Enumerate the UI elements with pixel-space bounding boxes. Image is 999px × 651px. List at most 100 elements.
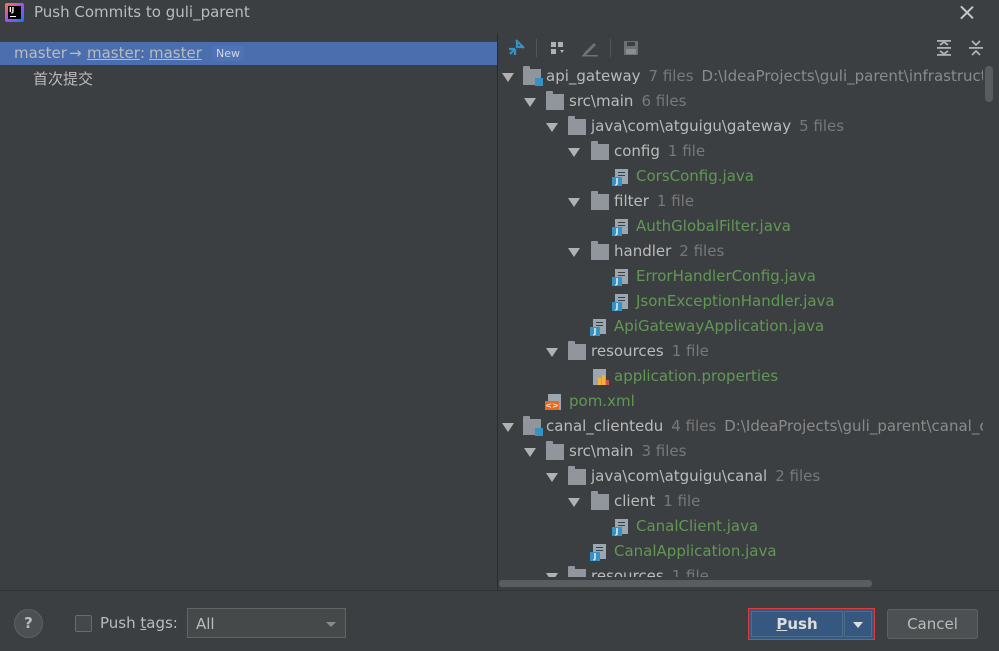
push-split-button[interactable]: Push <box>748 608 875 640</box>
resources-folder-icon <box>568 341 586 360</box>
folder-icon <box>546 441 564 460</box>
push-commits-dialog: IJ Push Commits to guli_parent master → … <box>0 0 999 651</box>
tree-node-name: filter <box>614 192 649 210</box>
commits-panel: master → master : master New 首次提交 <box>0 42 497 590</box>
tree-node-name: java\com\atguigu\gateway <box>591 117 792 135</box>
file-count: 5 files <box>799 117 845 135</box>
tree-node-name: handler <box>614 242 672 260</box>
footer-divider <box>0 590 999 591</box>
tree-node-name: java\com\atguigu\canal <box>591 467 768 485</box>
expand-arrow-icon[interactable] <box>568 248 580 257</box>
file-name: ErrorHandlerConfig.java <box>636 267 816 285</box>
chevron-down-icon <box>326 622 336 627</box>
expand-arrow-icon[interactable] <box>568 148 580 157</box>
file-count: 7 files <box>648 67 694 85</box>
push-button[interactable]: Push <box>751 611 843 637</box>
vertical-scrollbar[interactable] <box>985 66 993 102</box>
target-branch-link[interactable]: master <box>149 44 202 62</box>
title-bar: IJ Push Commits to guli_parent <box>0 0 999 26</box>
java-class-icon: J <box>612 294 630 311</box>
tree-node-name: config <box>614 142 660 160</box>
changes-toolbar <box>498 33 999 63</box>
java-class-icon: J <box>612 219 630 236</box>
pin-icon[interactable] <box>506 38 526 58</box>
module-folder-icon <box>523 66 543 86</box>
folder-icon <box>568 466 586 485</box>
expand-arrow-icon[interactable] <box>546 123 558 132</box>
java-class-icon: J <box>612 169 630 186</box>
collapse-all-icon[interactable] <box>966 38 986 58</box>
file-count: 4 files <box>671 417 717 435</box>
group-by-icon[interactable] <box>548 38 568 58</box>
expand-arrow-icon[interactable] <box>502 423 514 432</box>
tree-node-name: src\main <box>569 92 634 110</box>
push-tags-checkbox[interactable] <box>75 615 92 632</box>
new-badge: New <box>212 46 244 61</box>
intellij-logo-icon: IJ <box>5 3 24 22</box>
tree-node-name: src\main <box>569 442 634 460</box>
folder-icon <box>591 191 609 210</box>
folder-icon <box>568 116 586 135</box>
toolbar-separator <box>536 39 537 57</box>
cancel-button[interactable]: Cancel <box>887 609 978 639</box>
expand-all-icon[interactable] <box>934 38 954 58</box>
file-count: 1 file <box>671 567 709 577</box>
help-button[interactable]: ? <box>14 609 43 638</box>
resources-folder-icon <box>568 566 586 577</box>
module-path: D:\IdeaProjects\guli_parent\infrastructu… <box>701 67 983 85</box>
file-count: 6 files <box>641 92 687 110</box>
window-title: Push Commits to guli_parent <box>34 3 250 21</box>
file-count: 3 files <box>641 442 687 460</box>
close-icon[interactable] <box>956 2 978 24</box>
file-name: CanalClient.java <box>636 517 759 535</box>
save-icon[interactable] <box>621 38 641 58</box>
changes-tree: api_gateway 7 files D:\IdeaProjects\guli_p… <box>498 65 983 577</box>
tags-select[interactable]: All <box>187 608 346 638</box>
module-folder-icon <box>523 416 543 436</box>
properties-file-icon <box>591 369 609 385</box>
folder-icon <box>591 141 609 160</box>
file-name: application.properties <box>614 367 779 385</box>
file-name: CorsConfig.java <box>636 167 754 185</box>
tree-node-name: canal_clientedu <box>546 417 664 435</box>
file-name: JsonExceptionHandler.java <box>636 292 835 310</box>
file-count: 2 files <box>775 467 821 485</box>
expand-arrow-icon[interactable] <box>546 348 558 357</box>
file-name: CanalApplication.java <box>614 542 777 560</box>
folder-icon <box>546 91 564 110</box>
file-count: 1 file <box>667 142 706 160</box>
commit-item[interactable]: 首次提交 <box>33 68 93 89</box>
file-name: pom.xml <box>569 392 635 410</box>
tags-select-value: All <box>196 615 215 633</box>
module-path: D:\IdeaProjects\guli_parent\canal_client <box>724 417 983 435</box>
push-options-dropdown-icon[interactable] <box>844 611 872 637</box>
file-count: 1 file <box>656 192 695 210</box>
file-count: 2 files <box>679 242 725 260</box>
expand-arrow-icon[interactable] <box>568 198 580 207</box>
push-tags-label-suffix: ags: <box>146 614 178 632</box>
expand-arrow-icon[interactable] <box>546 473 558 482</box>
expand-arrow-icon[interactable] <box>546 573 558 577</box>
push-tags-label[interactable]: Push tags: <box>100 614 178 632</box>
push-mnemonic: P <box>776 615 788 633</box>
expand-arrow-icon[interactable] <box>568 498 580 507</box>
local-branch: master <box>14 44 67 62</box>
expand-arrow-icon[interactable] <box>524 98 536 107</box>
maven-pom-icon: <> <box>545 394 563 410</box>
expand-arrow-icon[interactable] <box>524 448 536 457</box>
file-count: 1 file <box>671 342 709 360</box>
java-class-icon: J <box>590 319 608 336</box>
java-class-icon: J <box>612 269 630 286</box>
expand-arrow-icon[interactable] <box>502 73 514 82</box>
file-name: AuthGlobalFilter.java <box>636 217 791 235</box>
tree-node-name: client <box>614 492 656 510</box>
edit-icon[interactable] <box>580 38 600 58</box>
push-label-rest: ush <box>787 615 818 633</box>
branch-arrow: → <box>69 44 82 62</box>
horizontal-scrollbar[interactable] <box>499 580 872 587</box>
remote-name-link[interactable]: master <box>87 44 140 62</box>
java-class-icon: J <box>590 544 608 561</box>
branch-row[interactable]: master → master : master New <box>0 42 497 65</box>
tree-node-name: resources <box>591 342 664 360</box>
folder-icon <box>591 241 609 260</box>
